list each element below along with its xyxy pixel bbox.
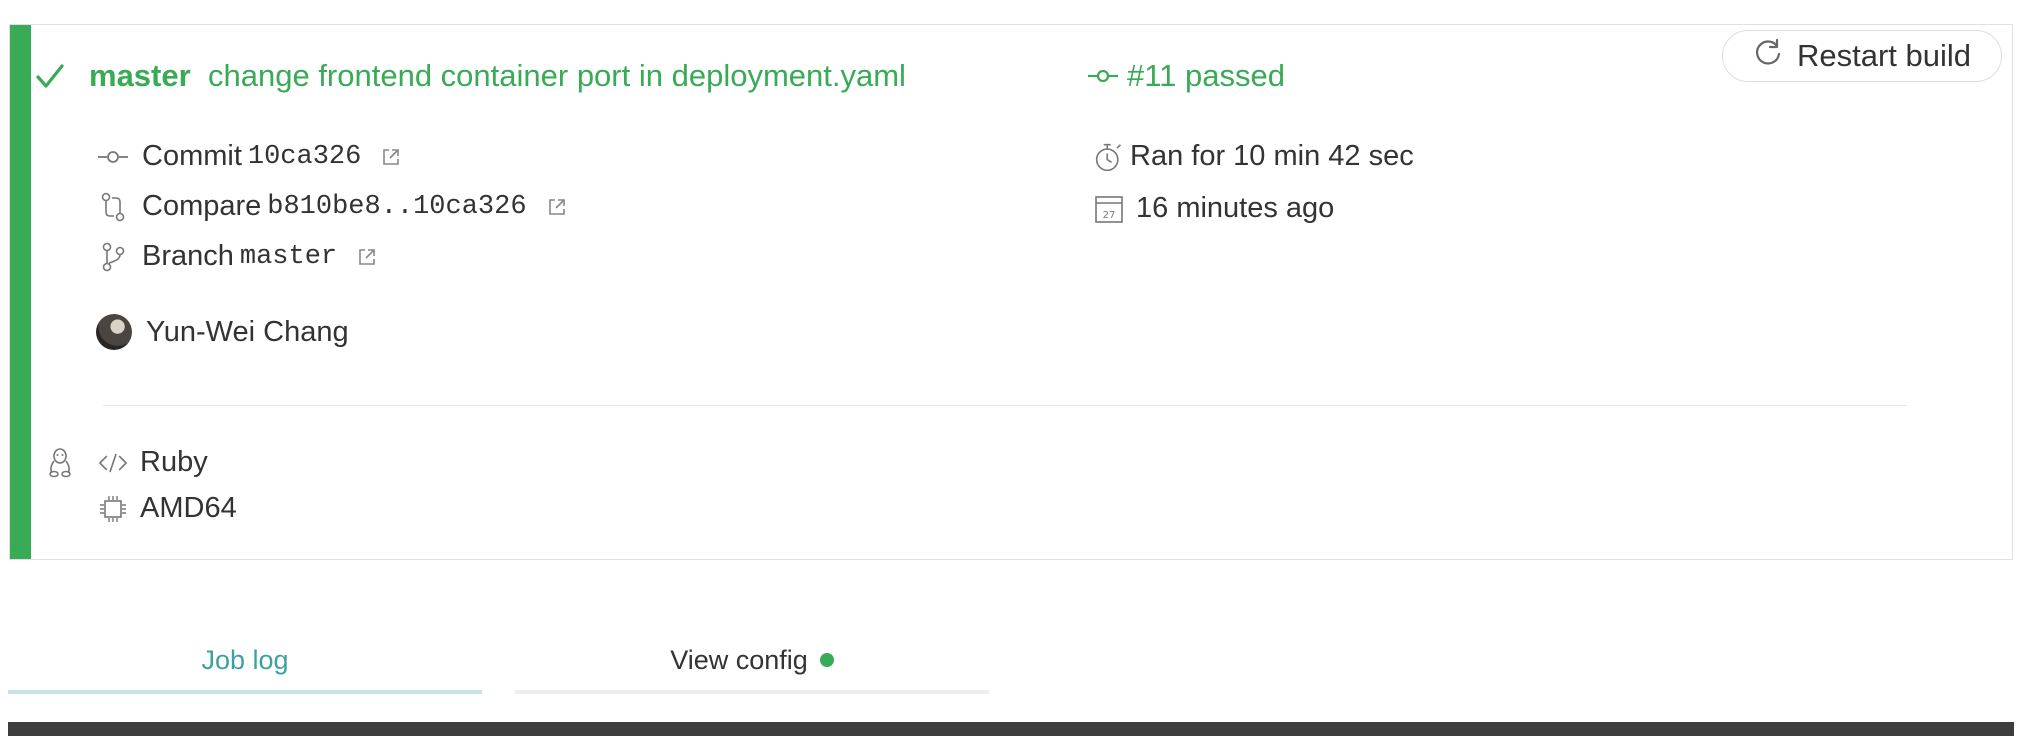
build-status-text: #11 passed [1127,58,1285,93]
job-log-panel [8,722,2014,736]
tab-view-config[interactable]: View config [515,630,989,694]
commit-message[interactable]: change frontend container port in deploy… [208,58,906,94]
external-link-icon[interactable] [547,197,567,217]
branch-name[interactable]: master [240,242,337,272]
tab-job-log-label: Job log [201,644,289,675]
avatar [96,314,132,350]
commit-label: Commit [142,140,242,172]
calendar-icon: 27 [1094,194,1124,224]
external-link-icon[interactable] [381,147,401,167]
divider [103,405,1907,406]
branch-label: Branch [142,240,234,272]
stopwatch-icon [1094,142,1124,172]
compare-row: Compare b810be8..10ca326 [98,190,567,223]
duration-row: Ran for 10 min 42 sec [1094,140,1414,173]
author-name: Yun-Wei Chang [146,315,349,348]
arch-text: AMD64 [140,492,237,524]
linux-icon [46,446,74,483]
commit-node-icon [1087,58,1119,94]
branch-row: Branch master [98,240,377,273]
restart-build-label: Restart build [1796,38,1972,73]
build-status[interactable]: #11 passed [1087,58,1285,94]
config-status-dot [819,653,834,667]
restart-build-button[interactable]: Restart build [1722,30,2002,82]
language-text: Ruby [140,446,208,478]
tab-job-log[interactable]: Job log [8,630,482,694]
commit-sha[interactable]: 10ca326 [248,142,361,172]
check-icon [34,60,66,97]
author-row: Yun-Wei Chang [96,314,349,350]
compare-icon [98,192,128,222]
status-bar-passed [10,25,31,559]
code-icon [98,448,128,478]
duration-text: Ran for 10 min 42 sec [1130,140,1414,172]
branch-title[interactable]: master [89,58,191,94]
tab-view-config-label: View config [670,644,808,675]
finished-text: 16 minutes ago [1136,192,1335,224]
arch-row: AMD64 [98,492,237,525]
branch-icon [98,242,128,272]
build-summary-card [9,24,2013,560]
finished-row: 27 16 minutes ago [1094,192,1334,225]
external-link-icon[interactable] [357,247,377,267]
language-row: Ruby [98,446,208,479]
restart-icon [1753,37,1783,75]
calendar-day-text: 27 [1103,210,1116,221]
compare-range[interactable]: b810be8..10ca326 [267,192,526,222]
cpu-icon [98,494,128,524]
commit-icon [98,142,128,172]
commit-row: Commit 10ca326 [98,140,401,173]
compare-label: Compare [142,190,262,222]
